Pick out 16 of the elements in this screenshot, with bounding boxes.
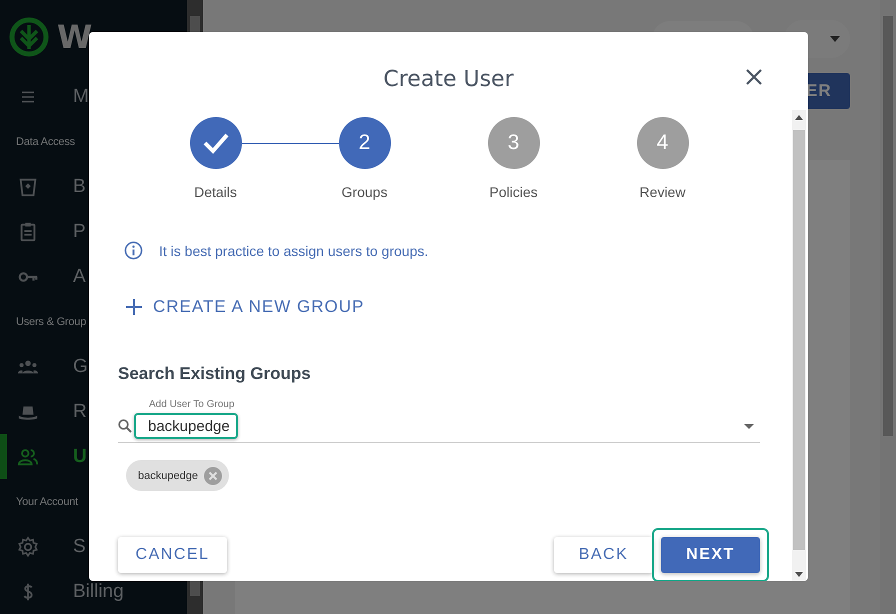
step-label: Policies	[489, 184, 538, 200]
section-header: Data Access	[16, 136, 75, 148]
dialog-title: Create User	[383, 66, 514, 92]
section-header: Users & Group	[16, 316, 86, 328]
chip-label: backupedge	[138, 470, 198, 482]
step-circle: 2	[338, 117, 390, 169]
info-text: It is best practice to assign users to groups.	[159, 242, 428, 258]
step-label: Details	[194, 184, 237, 200]
step-label: Review	[640, 184, 686, 200]
step-circle: 4	[636, 117, 688, 169]
logo-text: W	[57, 18, 92, 56]
step-label: Groups	[342, 184, 388, 200]
field-label: Add User To Group	[149, 399, 236, 410]
section-header: Your Account	[16, 496, 78, 508]
section-heading: Search Existing Groups	[118, 364, 312, 384]
step-circle: 3	[488, 117, 540, 169]
